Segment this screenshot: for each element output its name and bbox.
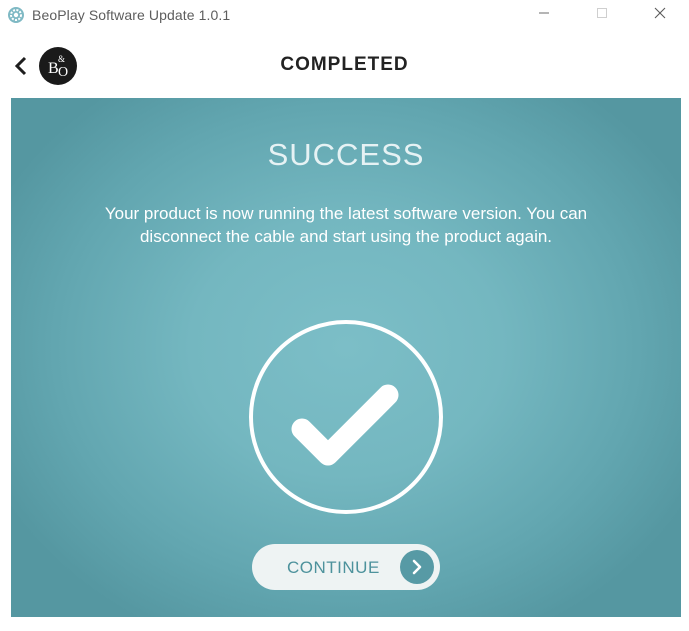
checkmark-circle-icon [248, 319, 444, 515]
window-controls [515, 0, 689, 30]
page-header: B & O COMPLETED [0, 30, 689, 98]
close-button[interactable] [631, 0, 689, 30]
maximize-icon [596, 6, 608, 24]
app-window: BeoPlay Software Update 1.0.1 B & O COMP… [0, 0, 689, 631]
minimize-icon [538, 6, 550, 24]
minimize-button[interactable] [515, 0, 573, 30]
maximize-button[interactable] [573, 0, 631, 30]
page-title: COMPLETED [280, 54, 409, 75]
title-bar[interactable]: BeoPlay Software Update 1.0.1 [0, 0, 689, 30]
success-message: Your product is now running the latest s… [104, 204, 588, 246]
continue-label: CONTINUE [287, 558, 380, 577]
close-icon [654, 6, 666, 24]
continue-button[interactable]: CONTINUE [252, 544, 440, 590]
chevron-right-icon [400, 550, 434, 584]
gear-app-icon [7, 6, 25, 24]
window-title: BeoPlay Software Update 1.0.1 [32, 7, 231, 23]
success-panel: SUCCESS Your product is now running the … [11, 98, 681, 617]
success-heading: SUCCESS [267, 137, 425, 172]
